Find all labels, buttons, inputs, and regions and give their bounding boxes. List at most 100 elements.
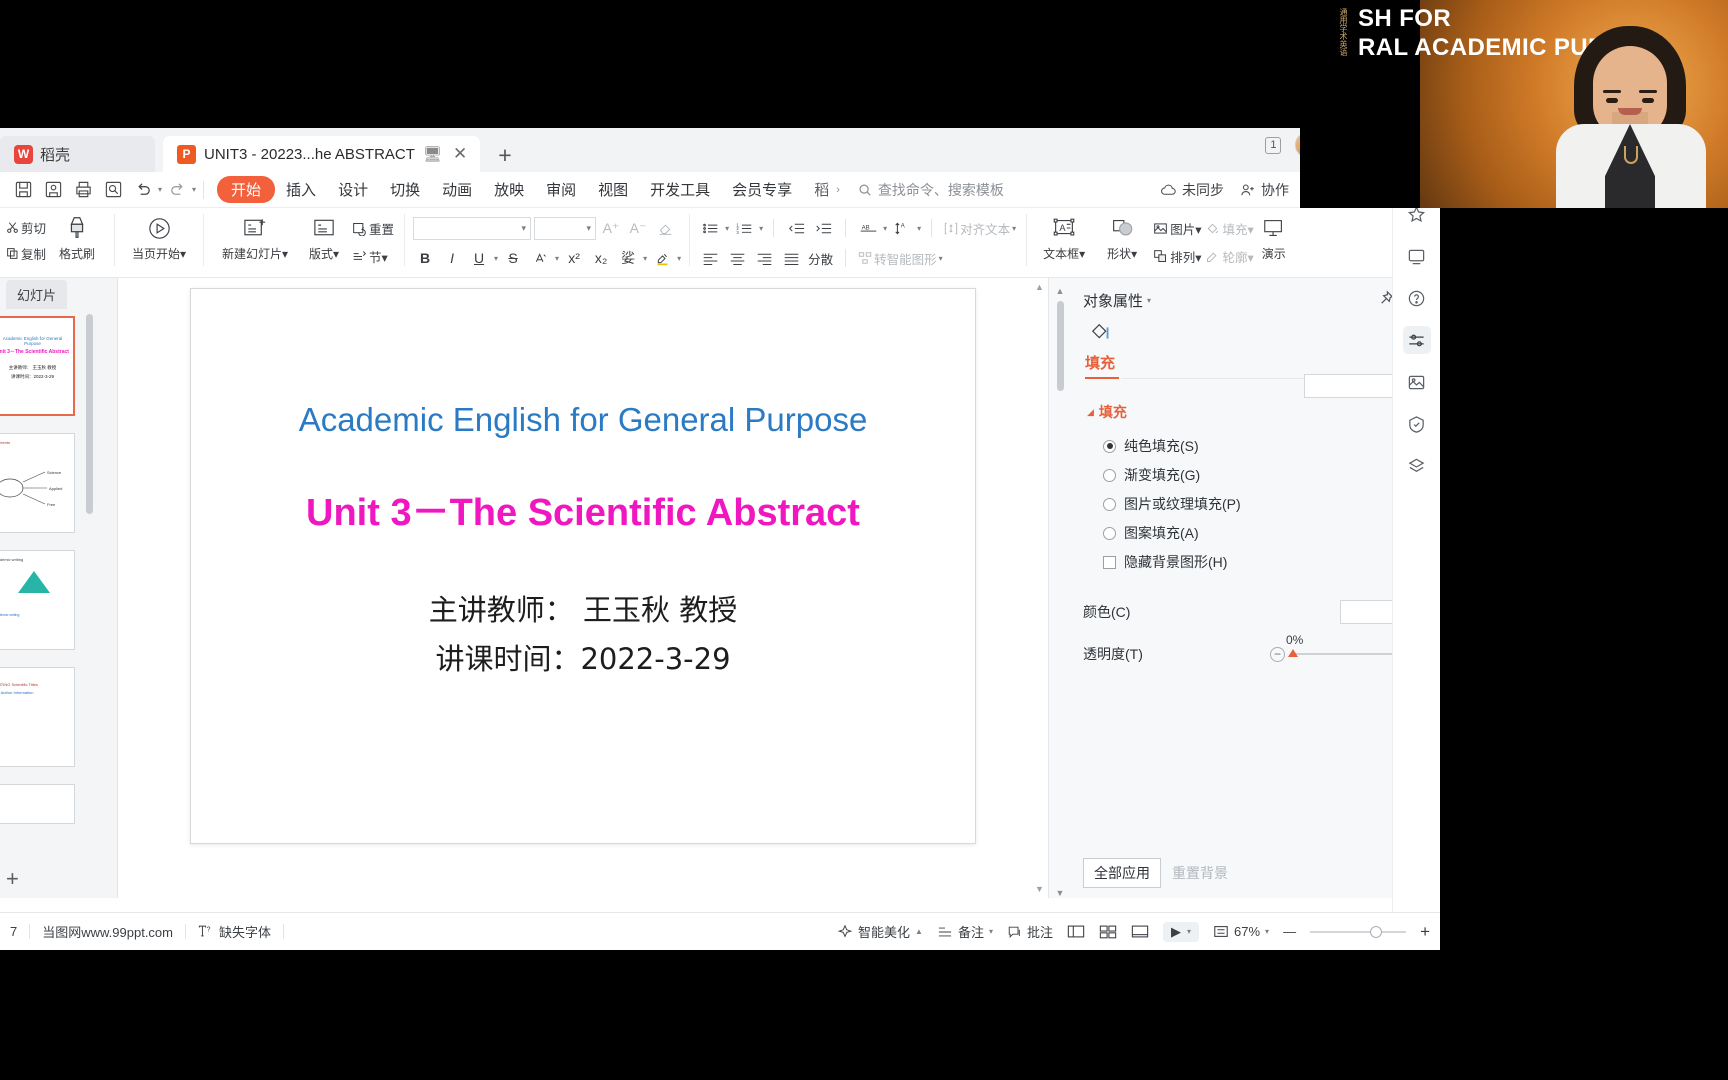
undo-caret-icon[interactable]: ▾: [158, 185, 162, 194]
text-direction-caret-icon[interactable]: ▾: [883, 224, 887, 233]
increase-indent-button[interactable]: [811, 216, 835, 240]
slide-thumbnail-2[interactable]: Contents Science Applied Free: [0, 433, 75, 533]
radio-gradient-fill[interactable]: [1103, 468, 1116, 482]
panel-title[interactable]: 对象属性 ▾: [1083, 290, 1426, 311]
fill-option-gradient[interactable]: 渐变填充(G): [1103, 465, 1426, 485]
italic-button[interactable]: I: [440, 246, 464, 270]
tabs-more-caret-icon[interactable]: ›: [836, 184, 840, 196]
panel-title-caret-icon[interactable]: ▾: [1147, 296, 1151, 305]
close-tab-icon[interactable]: ✕: [450, 144, 470, 164]
panel-scroll-down-icon[interactable]: ▼: [1056, 888, 1065, 898]
zoom-slider-knob[interactable]: [1370, 925, 1383, 938]
zoom-caret-icon[interactable]: ▾: [1265, 927, 1269, 936]
undo-icon[interactable]: [130, 178, 156, 202]
apply-all-button[interactable]: 全部应用: [1083, 858, 1161, 888]
slide-date-line[interactable]: 讲课时间：2022-3-29: [191, 636, 975, 678]
scroll-down-icon[interactable]: ▼: [1035, 884, 1044, 894]
bullet-caret-icon[interactable]: ▾: [725, 224, 729, 233]
line-spacing-button[interactable]: A: [890, 216, 914, 240]
textbox-button[interactable]: A 文本框▾: [1035, 210, 1093, 262]
scroll-up-icon[interactable]: ▲: [1035, 282, 1044, 292]
align-justify-button[interactable]: [779, 246, 803, 270]
beautify-button[interactable]: 智能美化 ▲: [837, 922, 923, 941]
copy-button[interactable]: 复制: [4, 241, 48, 265]
fill-tab-label[interactable]: 填充: [1085, 352, 1426, 373]
document-tab[interactable]: P UNIT3 - 20223...he ABSTRACT 🖥 ✕: [163, 136, 481, 172]
underline-button[interactable]: U: [467, 246, 491, 270]
radio-pattern-fill[interactable]: [1103, 526, 1116, 540]
radio-picture-fill[interactable]: [1103, 497, 1116, 511]
comments-button[interactable]: 批注: [1007, 922, 1053, 941]
notes-button[interactable]: 备注 ▾: [937, 922, 993, 941]
slide-thumbnail-4[interactable]: WRITING Scientific Titles and Author Inf…: [0, 667, 75, 767]
text-effects-caret-icon[interactable]: ▾: [555, 254, 559, 263]
play-slideshow-button[interactable]: ▶ ▾: [1163, 921, 1200, 942]
help-tool-icon[interactable]: [1403, 284, 1431, 312]
beautify-caret-icon[interactable]: ▲: [915, 927, 923, 936]
bullet-list-button[interactable]: [698, 216, 722, 240]
print-icon[interactable]: [70, 178, 96, 202]
reset-background-button[interactable]: 重置背景: [1161, 858, 1239, 888]
smart-art-button[interactable]: 转智能图形 ▾: [856, 246, 945, 270]
normal-view-button[interactable]: [1067, 924, 1085, 939]
highlight-button[interactable]: [650, 246, 674, 270]
text-direction-button[interactable]: AB: [856, 216, 880, 240]
zoom-out-button[interactable]: —: [1283, 924, 1296, 939]
clear-format-button[interactable]: [653, 216, 677, 240]
tab-transitions[interactable]: 切换: [379, 176, 431, 203]
grow-font-button[interactable]: A⁺: [599, 216, 623, 240]
fill-option-picture[interactable]: 图片或纹理填充(P): [1103, 494, 1426, 514]
tab-count-badge[interactable]: 1: [1265, 136, 1282, 154]
tab-view[interactable]: 视图: [587, 176, 639, 203]
smart-art-caret-icon[interactable]: ▾: [939, 254, 943, 263]
new-slide-button[interactable]: 新建幻灯片▾: [212, 210, 298, 262]
thumbnail-scrollbar[interactable]: [86, 314, 93, 514]
redo-icon[interactable]: [164, 178, 190, 202]
decrease-indent-button[interactable]: [784, 216, 808, 240]
fill-tab-icon[interactable]: [1089, 321, 1426, 350]
panel-scroll-thumb[interactable]: [1056, 301, 1064, 391]
slide-subtitle[interactable]: Unit 3－The Scientific Abstract: [191, 481, 975, 536]
sync-status[interactable]: 未同步: [1160, 180, 1224, 200]
fill-option-hide-bg[interactable]: 隐藏背景图形(H): [1103, 552, 1426, 572]
present-button[interactable]: 演示: [1256, 210, 1292, 262]
slide-thumbnail-3[interactable]: Academic writing CONTENT Academic writin…: [0, 550, 75, 650]
layers-tool-icon[interactable]: [1403, 452, 1431, 480]
add-slide-button[interactable]: +: [6, 866, 19, 892]
properties-tool-icon[interactable]: [1402, 326, 1431, 354]
tab-developer[interactable]: 开发工具: [639, 176, 721, 203]
font-family-select[interactable]: ▾: [413, 216, 532, 240]
picture-button[interactable]: 图片▾: [1151, 216, 1203, 240]
new-tab-button[interactable]: +: [498, 142, 511, 169]
slide-sorter-button[interactable]: [1099, 924, 1117, 939]
reading-view-button[interactable]: [1131, 924, 1149, 939]
tab-daoke[interactable]: 稻: [803, 176, 840, 203]
image-tool-icon[interactable]: [1403, 368, 1431, 396]
missing-font-status[interactable]: ? 缺失字体: [198, 922, 271, 941]
radio-solid-fill[interactable]: [1103, 439, 1116, 453]
tab-slideshow[interactable]: 放映: [483, 176, 535, 203]
fill-option-solid[interactable]: 纯色填充(S): [1103, 436, 1426, 456]
panel-scroll-track[interactable]: [1056, 301, 1064, 883]
section-collapse-icon[interactable]: ◢: [1087, 407, 1094, 418]
gallery-tool-icon[interactable]: [1403, 242, 1431, 270]
align-text-caret-icon[interactable]: ▾: [1012, 224, 1016, 233]
shapes-button[interactable]: 形状▾: [1093, 210, 1151, 262]
tab-member[interactable]: 会员专享: [721, 176, 803, 203]
shrink-font-button[interactable]: A⁻: [626, 216, 650, 240]
panel-scroll-up-icon[interactable]: ▲: [1056, 286, 1065, 296]
slide-presenter-line[interactable]: 主讲教师： 王玉秋 教授: [191, 587, 975, 629]
subscript-button[interactable]: x₂: [589, 246, 613, 270]
text-effects-button[interactable]: [528, 246, 552, 270]
start-from-current-button[interactable]: 当页开始▾: [123, 210, 195, 262]
fill-section-header[interactable]: ◢ 填充: [1087, 402, 1426, 422]
badge-tool-icon[interactable]: [1403, 410, 1431, 438]
numbered-list-button[interactable]: 123: [732, 216, 756, 240]
phonetic-caret-icon[interactable]: ▾: [643, 254, 647, 263]
slide-thumbnail-5[interactable]: [0, 784, 75, 824]
align-text-button[interactable]: 对齐文本 ▾: [942, 216, 1018, 240]
numbered-caret-icon[interactable]: ▾: [759, 224, 763, 233]
underline-caret-icon[interactable]: ▾: [494, 254, 498, 263]
align-right-button[interactable]: [752, 246, 776, 270]
fit-to-window-button[interactable]: 67% ▾: [1213, 924, 1269, 939]
